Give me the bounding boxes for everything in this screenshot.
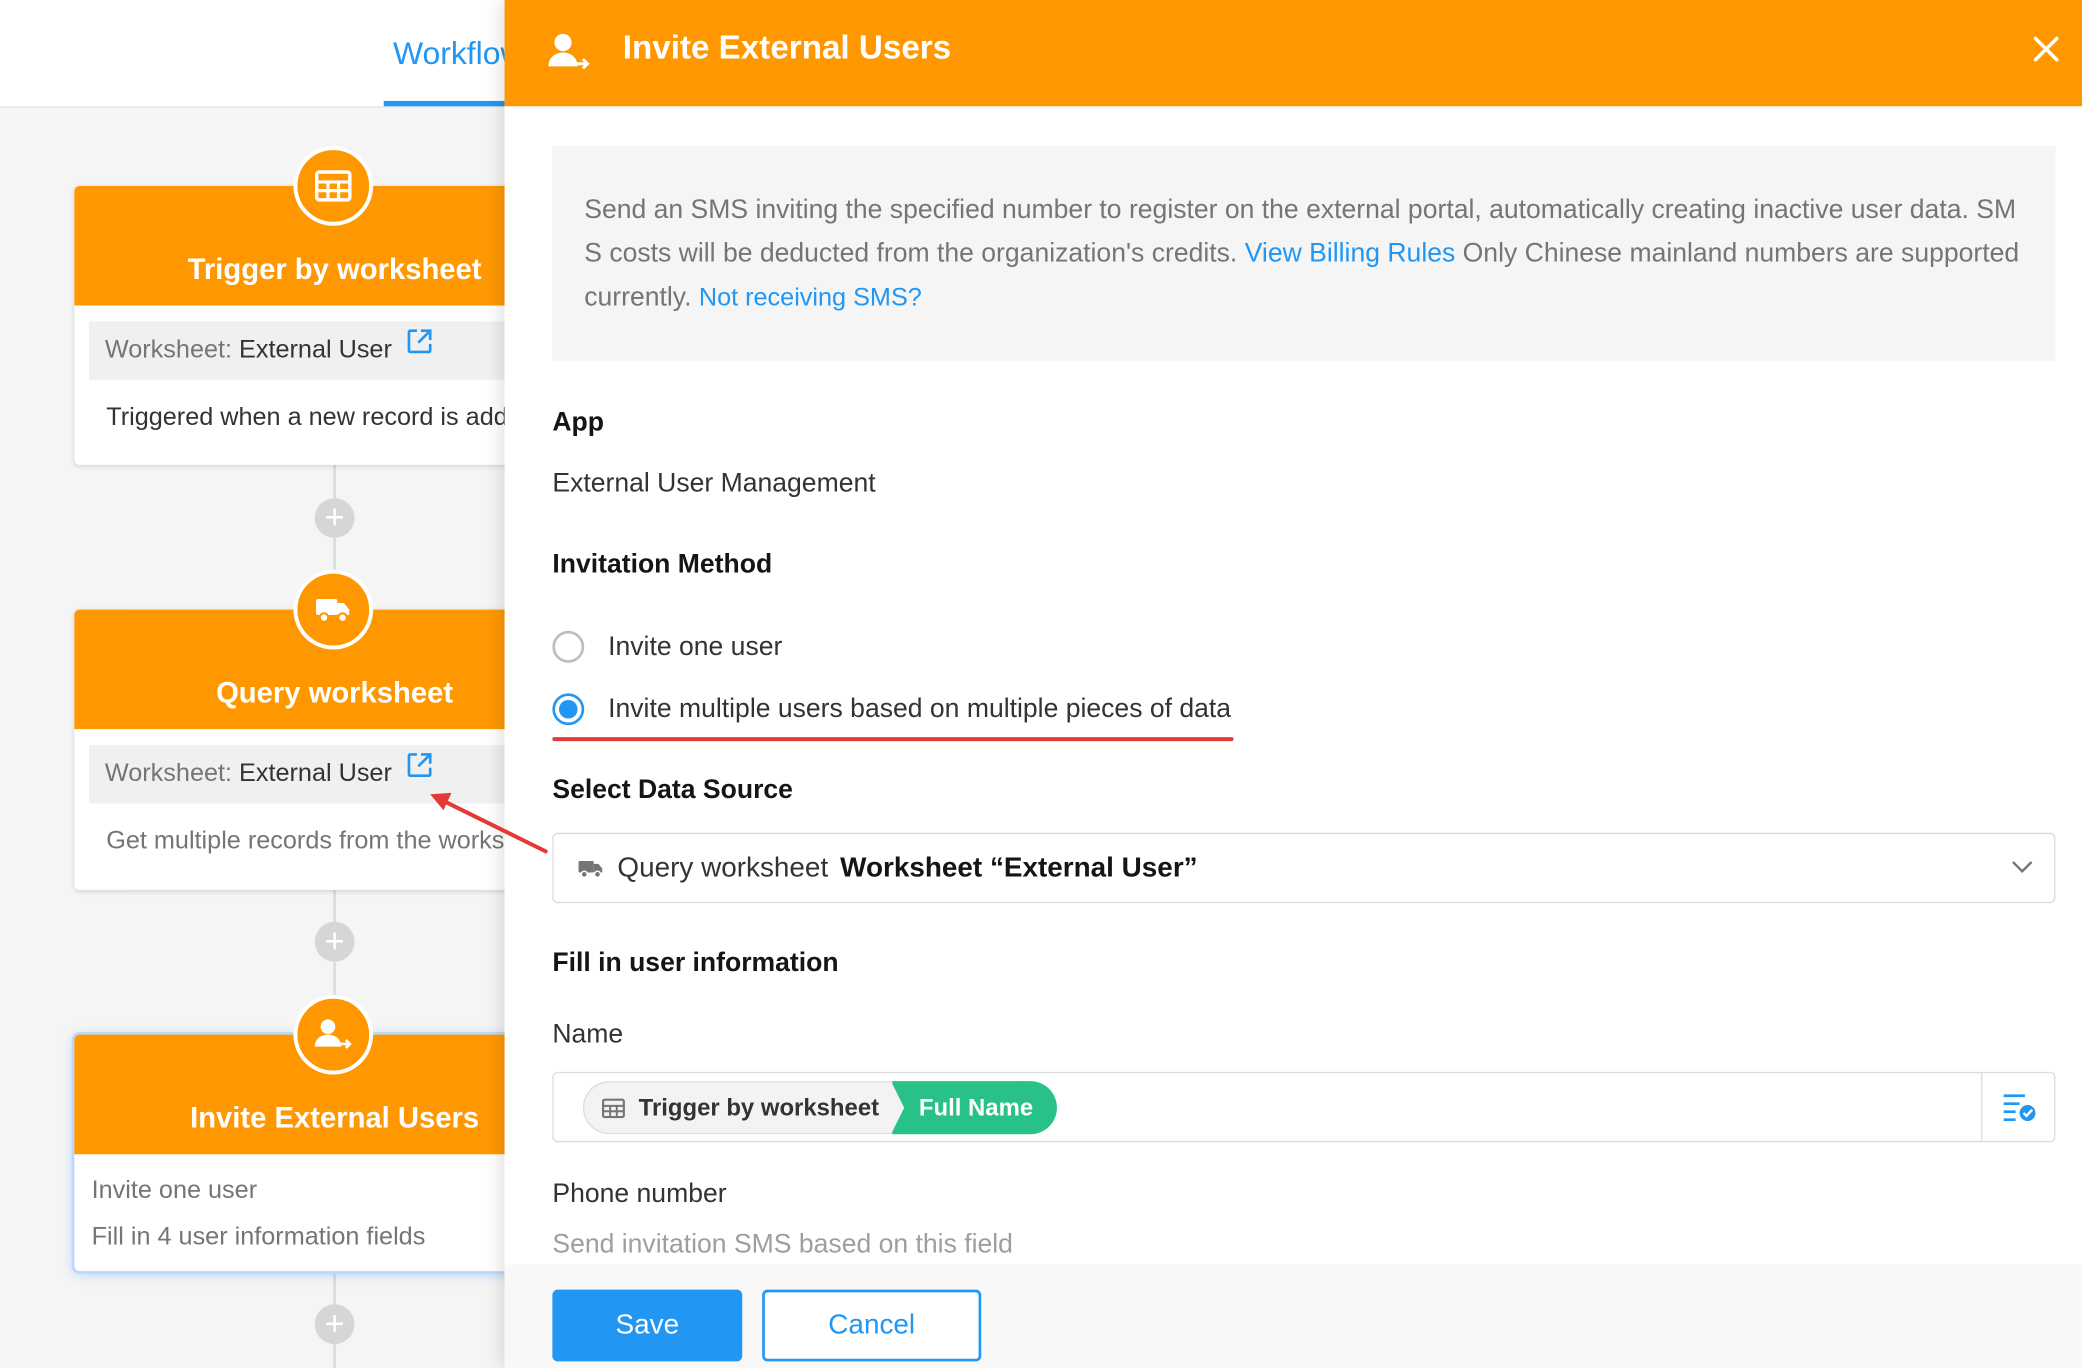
- worksheet-name: External User: [239, 759, 392, 788]
- phone-number-hint: Send invitation SMS based on this field: [552, 1229, 1013, 1260]
- select-field-icon[interactable]: [2001, 1090, 2038, 1129]
- open-external-icon[interactable]: [407, 745, 434, 801]
- add-node-button[interactable]: +: [314, 1304, 355, 1345]
- invite-user-icon: [314, 1019, 352, 1049]
- worksheet-prefix: Worksheet:: [104, 336, 233, 364]
- radio-invite-multiple-users[interactable]: Invite multiple users based on multiple …: [552, 689, 1231, 729]
- invite-user-icon: [547, 32, 592, 78]
- add-node-button[interactable]: +: [314, 497, 355, 538]
- open-external-icon[interactable]: [407, 321, 434, 377]
- data-source-select[interactable]: Query worksheet Worksheet “External User…: [552, 832, 2056, 904]
- name-field-label: Name: [552, 1020, 624, 1050]
- not-receiving-sms-link[interactable]: Not receiving SMS?: [699, 284, 922, 312]
- invite-external-users-panel: Invite External Users Send an SMS inviti…: [504, 0, 2082, 1368]
- worksheet-prefix: Worksheet:: [104, 759, 233, 788]
- worksheet-name: External User: [239, 336, 392, 364]
- panel-title: Invite External Users: [622, 29, 952, 67]
- phone-number-label: Phone number: [552, 1179, 727, 1209]
- node-icon-circle: [293, 994, 374, 1075]
- app-value: External User Management: [552, 468, 876, 499]
- save-button[interactable]: Save: [552, 1289, 743, 1362]
- panel-footer: Save Cancel: [504, 1264, 2082, 1368]
- tag-source-label: Trigger by worksheet: [638, 1093, 880, 1121]
- view-billing-rules-link[interactable]: View Billing Rules: [1245, 239, 1456, 268]
- table-icon: [314, 170, 352, 202]
- node-icon-circle: [293, 569, 374, 650]
- tab-active-indicator: [383, 100, 517, 107]
- sms-info-notice: Send an SMS inviting the specified numbe…: [552, 146, 2056, 362]
- fill-user-info-label: Fill in user information: [552, 948, 839, 978]
- add-node-button[interactable]: +: [314, 921, 355, 962]
- tag-field: Full Name: [891, 1081, 1058, 1135]
- radio-label: Invite one user: [608, 631, 783, 661]
- table-icon: [601, 1097, 625, 1118]
- node-icon-circle: [293, 146, 374, 226]
- truck-icon: [316, 599, 350, 623]
- cancel-button[interactable]: Cancel: [762, 1289, 982, 1362]
- select-data-source-label: Select Data Source: [552, 775, 793, 805]
- radio-label: Invite multiple users based on multiple …: [608, 693, 1232, 724]
- field-reference-tag[interactable]: Trigger by worksheet Full Name: [582, 1081, 1058, 1135]
- invitation-method-label: Invitation Method: [552, 549, 773, 580]
- data-source-worksheet: Worksheet “External User”: [840, 852, 1198, 883]
- annotation-underline: [552, 737, 1234, 742]
- radio-invite-one-user[interactable]: Invite one user: [552, 627, 782, 667]
- radio-button[interactable]: [552, 630, 585, 663]
- truck-icon: [578, 860, 603, 878]
- data-source-node-name: Query worksheet: [617, 852, 829, 883]
- panel-header: Invite External Users: [504, 0, 2082, 107]
- chevron-down-icon: [2012, 857, 2033, 881]
- field-divider: [1981, 1073, 1983, 1141]
- close-icon[interactable]: [2032, 35, 2061, 71]
- radio-button-checked[interactable]: [552, 693, 585, 726]
- app-label: App: [552, 407, 605, 437]
- tag-source: Trigger by worksheet: [582, 1081, 893, 1135]
- tag-field-label: Full Name: [918, 1093, 1034, 1121]
- name-field[interactable]: Trigger by worksheet Full Name: [552, 1071, 2056, 1143]
